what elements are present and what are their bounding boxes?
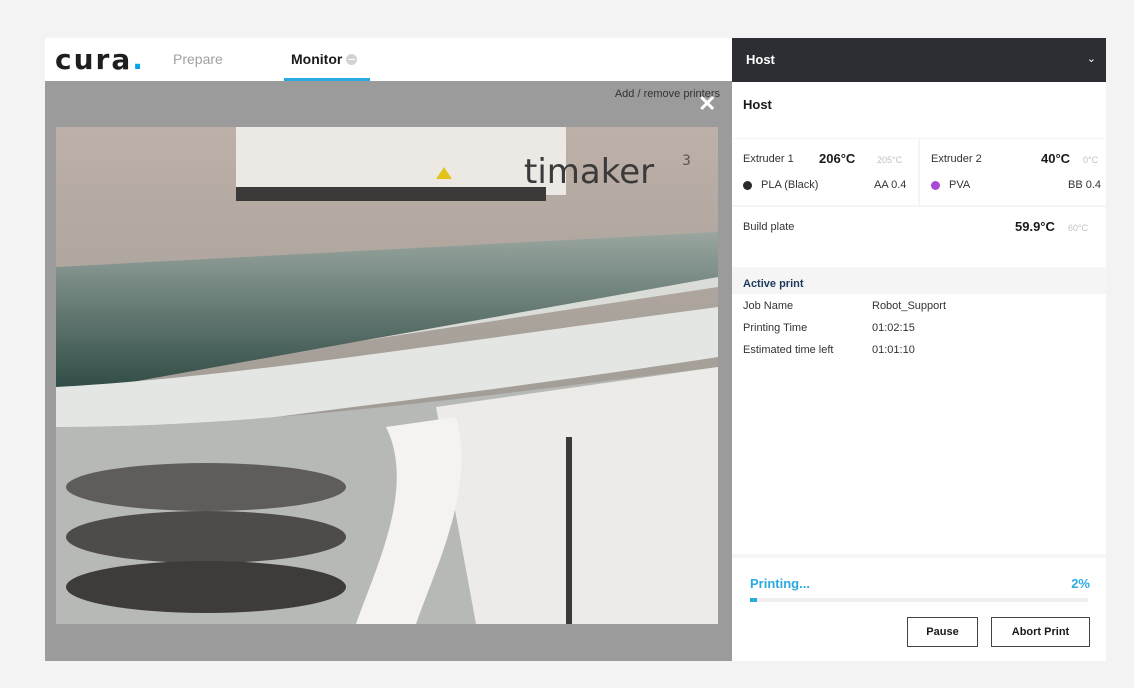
active-print-details: Job Name Robot_Support Printing Time 01:… <box>732 294 1106 554</box>
extruder-panel: Extruder 1 206°C 205°C PLA (Black) AA 0.… <box>732 139 1106 205</box>
top-bar: cura. Prepare Monitor <box>45 38 732 81</box>
time-left-label: Estimated time left <box>743 344 834 356</box>
extruder-1-name: Extruder 1 <box>743 153 794 165</box>
build-plate-temp: 59.9°C <box>1015 219 1055 234</box>
camera-logo-superscript: 3 <box>682 153 691 169</box>
printing-time-label: Printing Time <box>743 322 808 334</box>
printing-status-icon <box>346 54 358 65</box>
tab-monitor-label: Monitor <box>291 51 343 67</box>
extruder-2-temp: 40°C <box>1041 151 1071 166</box>
material-color-swatch <box>931 181 940 190</box>
active-print-heading: Active print <box>743 278 804 290</box>
time-left-value: 01:01:10 <box>872 344 915 356</box>
printer-selector[interactable]: Host ⌄ <box>732 38 1106 82</box>
material-color-swatch <box>743 181 752 190</box>
camera-viewer: Add / remove printers ✕ timaker 3 <box>45 81 732 661</box>
active-print-header: Active print <box>732 274 1106 294</box>
host-title-panel: Host <box>732 82 1106 138</box>
tab-prepare[interactable]: Prepare <box>173 51 223 67</box>
extruder-1-material: PLA (Black) <box>761 179 819 191</box>
pause-button[interactable]: Pause <box>907 617 978 647</box>
close-icon[interactable]: ✕ <box>698 93 716 115</box>
print-sidebar: Host ⌄ Host Extruder 1 206°C 205°C PLA (… <box>732 38 1106 661</box>
printer-selector-label: Host <box>746 52 775 67</box>
job-name-value: Robot_Support <box>872 300 946 312</box>
extruder-2-card: Extruder 2 40°C 0°C PVA BB 0.4 <box>920 139 1106 205</box>
build-plate-target: 60°C <box>1068 223 1089 233</box>
extruder-2-name: Extruder 2 <box>931 153 982 165</box>
print-progress-fill <box>750 598 757 602</box>
extruder-1-target: 205°C <box>877 155 903 165</box>
chevron-down-icon: ⌄ <box>1086 53 1096 65</box>
abort-print-button[interactable]: Abort Print <box>991 617 1090 647</box>
print-status-label: Printing... <box>750 576 810 591</box>
cura-logo: cura. <box>55 46 145 74</box>
extruder-2-nozzle: BB 0.4 <box>1068 179 1102 191</box>
logo-dot: . <box>132 43 145 76</box>
extruder-1-card: Extruder 1 206°C 205°C PLA (Black) AA 0.… <box>732 139 918 205</box>
print-progress-bar <box>750 598 1088 602</box>
job-name-label: Job Name <box>743 300 794 312</box>
printing-time-value: 01:02:15 <box>872 322 915 334</box>
print-progress-percent: 2% <box>1071 576 1090 591</box>
extruder-2-target: 0°C <box>1083 155 1099 165</box>
print-status-panel: Printing... 2% Pause Abort Print <box>732 558 1106 661</box>
camera-logo-text: timaker <box>524 152 654 192</box>
logo-text: cura <box>55 43 133 76</box>
extruder-1-temp: 206°C <box>819 151 856 166</box>
camera-feed: timaker 3 <box>56 127 718 624</box>
cura-window: cura. Prepare Monitor Add / remove print… <box>45 38 1106 661</box>
build-plate-panel: Build plate 59.9°C 60°C <box>732 207 1106 267</box>
host-title: Host <box>743 97 772 112</box>
tab-monitor[interactable]: Monitor <box>291 51 358 67</box>
extruder-1-nozzle: AA 0.4 <box>874 179 907 191</box>
extruder-2-material: PVA <box>949 179 971 191</box>
build-plate-label: Build plate <box>743 221 795 233</box>
camera-image: timaker 3 <box>56 127 718 624</box>
